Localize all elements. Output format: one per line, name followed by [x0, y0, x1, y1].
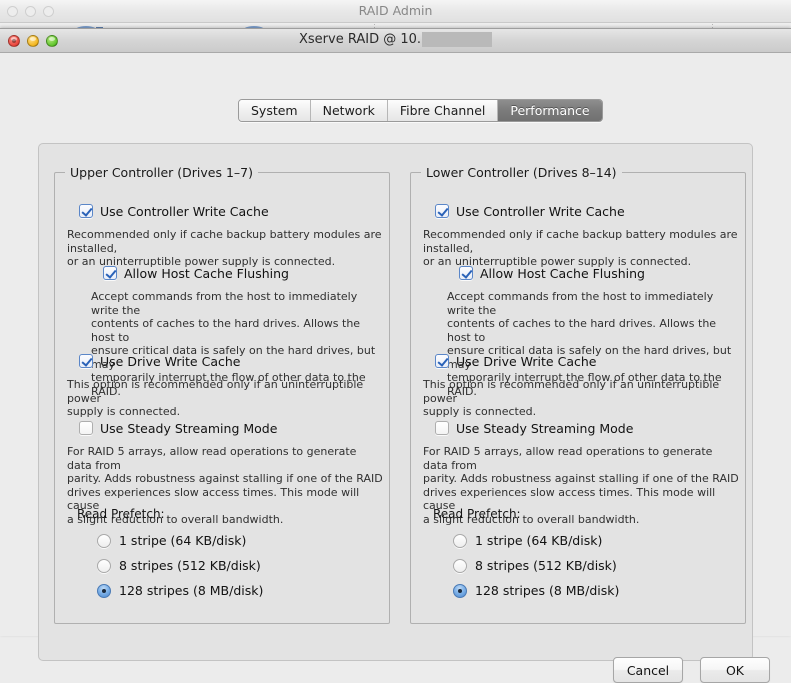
lower-prefetch-option-1-stripe[interactable]: 1 stripe (64 KB/disk): [453, 533, 602, 548]
tab-fibre-channel[interactable]: Fibre Channel: [387, 100, 499, 121]
lower-prefetch-option-128-stripes[interactable]: 128 stripes (8 MB/disk): [453, 583, 619, 598]
upper-prefetch-option-128-stripes[interactable]: 128 stripes (8 MB/disk): [97, 583, 263, 598]
lower-controller-write-cache-description: Recommended only if cache backup battery…: [423, 228, 738, 268]
radio-unselected-icon[interactable]: [453, 533, 467, 548]
background-window-title: RAID Admin: [358, 3, 433, 18]
upper-drive-write-cache-row[interactable]: Use Drive Write Cache: [79, 354, 241, 369]
upper-read-prefetch-label: Read Prefetch:: [77, 507, 165, 521]
lower-prefetch-option-1-label: 1 stripe (64 KB/disk): [475, 533, 603, 548]
radio-unselected-icon[interactable]: [453, 558, 467, 573]
checkbox-checked-icon[interactable]: [435, 354, 449, 368]
upper-prefetch-option-8-label: 8 stripes (512 KB/disk): [119, 558, 261, 573]
lower-drive-write-cache-description: This option is recommended only if an un…: [423, 378, 720, 418]
upper-prefetch-option-128-label: 128 stripes (8 MB/disk): [119, 583, 264, 598]
ok-button[interactable]: OK: [700, 657, 770, 683]
tab-bar: System Network Fibre Channel Performance: [238, 99, 603, 122]
checkbox-unchecked-icon[interactable]: [79, 421, 93, 435]
dialog-title-text: Xserve RAID @ 10.: [298, 32, 422, 47]
checkbox-checked-icon[interactable]: [79, 354, 93, 368]
upper-drive-write-cache-description: This option is recommended only if an un…: [67, 378, 364, 418]
lower-prefetch-option-128-label: 128 stripes (8 MB/disk): [475, 583, 620, 598]
radio-unselected-icon[interactable]: [97, 558, 111, 573]
upper-prefetch-option-1-stripe[interactable]: 1 stripe (64 KB/disk): [97, 533, 246, 548]
lower-steady-streaming-label: Use Steady Streaming Mode: [456, 421, 634, 436]
raid-admin-dialog: Xserve RAID @ 10. System Network Fibre C…: [0, 28, 791, 683]
lower-drive-write-cache-row[interactable]: Use Drive Write Cache: [435, 354, 597, 369]
lower-controller-group: Lower Controller (Drives 8–14) Use Contr…: [410, 165, 746, 624]
lower-prefetch-option-8-stripes[interactable]: 8 stripes (512 KB/disk): [453, 558, 617, 573]
upper-prefetch-option-1-label: 1 stripe (64 KB/disk): [119, 533, 247, 548]
cancel-button[interactable]: Cancel: [613, 657, 683, 683]
lower-controller-write-cache-label: Use Controller Write Cache: [456, 204, 625, 219]
checkbox-checked-icon[interactable]: [103, 266, 117, 280]
upper-steady-streaming-row[interactable]: Use Steady Streaming Mode: [79, 421, 278, 436]
dialog-title: Xserve RAID @ 10.: [0, 32, 791, 47]
redacted-ip-block: [422, 32, 493, 47]
background-titlebar: RAID Admin: [0, 0, 791, 23]
radio-selected-icon[interactable]: [97, 583, 111, 598]
lower-host-cache-flushing-row[interactable]: Allow Host Cache Flushing: [459, 266, 645, 281]
upper-host-cache-flushing-label: Allow Host Cache Flushing: [124, 266, 289, 281]
upper-prefetch-option-8-stripes[interactable]: 8 stripes (512 KB/disk): [97, 558, 261, 573]
lower-prefetch-option-8-label: 8 stripes (512 KB/disk): [475, 558, 617, 573]
checkbox-checked-icon[interactable]: [459, 266, 473, 280]
tab-performance[interactable]: Performance: [498, 100, 602, 121]
lower-controller-write-cache-row[interactable]: Use Controller Write Cache: [435, 204, 625, 219]
tab-network[interactable]: Network: [310, 100, 388, 121]
lower-steady-streaming-row[interactable]: Use Steady Streaming Mode: [435, 421, 634, 436]
dialog-titlebar[interactable]: Xserve RAID @ 10.: [0, 29, 791, 53]
checkbox-checked-icon[interactable]: [435, 204, 449, 218]
upper-steady-streaming-label: Use Steady Streaming Mode: [100, 421, 278, 436]
upper-controller-group: Upper Controller (Drives 1–7) Use Contro…: [54, 165, 390, 624]
upper-controller-write-cache-row[interactable]: Use Controller Write Cache: [79, 204, 269, 219]
upper-controller-write-cache-label: Use Controller Write Cache: [100, 204, 269, 219]
upper-drive-write-cache-label: Use Drive Write Cache: [100, 354, 241, 369]
lower-read-prefetch-label: Read Prefetch:: [433, 507, 521, 521]
tab-system[interactable]: System: [239, 100, 311, 121]
radio-selected-icon[interactable]: [453, 583, 467, 598]
upper-host-cache-flushing-row[interactable]: Allow Host Cache Flushing: [103, 266, 289, 281]
lower-host-cache-flushing-label: Allow Host Cache Flushing: [480, 266, 645, 281]
dialog-body: System Network Fibre Channel Performance…: [0, 53, 791, 683]
checkbox-unchecked-icon[interactable]: [435, 421, 449, 435]
performance-tab-panel: Upper Controller (Drives 1–7) Use Contro…: [38, 143, 753, 661]
checkbox-checked-icon[interactable]: [79, 204, 93, 218]
upper-controller-write-cache-description: Recommended only if cache backup battery…: [67, 228, 382, 268]
lower-drive-write-cache-label: Use Drive Write Cache: [456, 354, 597, 369]
screen: RAID Admin Xserve RAID @ 10. System Netw…: [0, 0, 791, 683]
radio-unselected-icon[interactable]: [97, 533, 111, 548]
